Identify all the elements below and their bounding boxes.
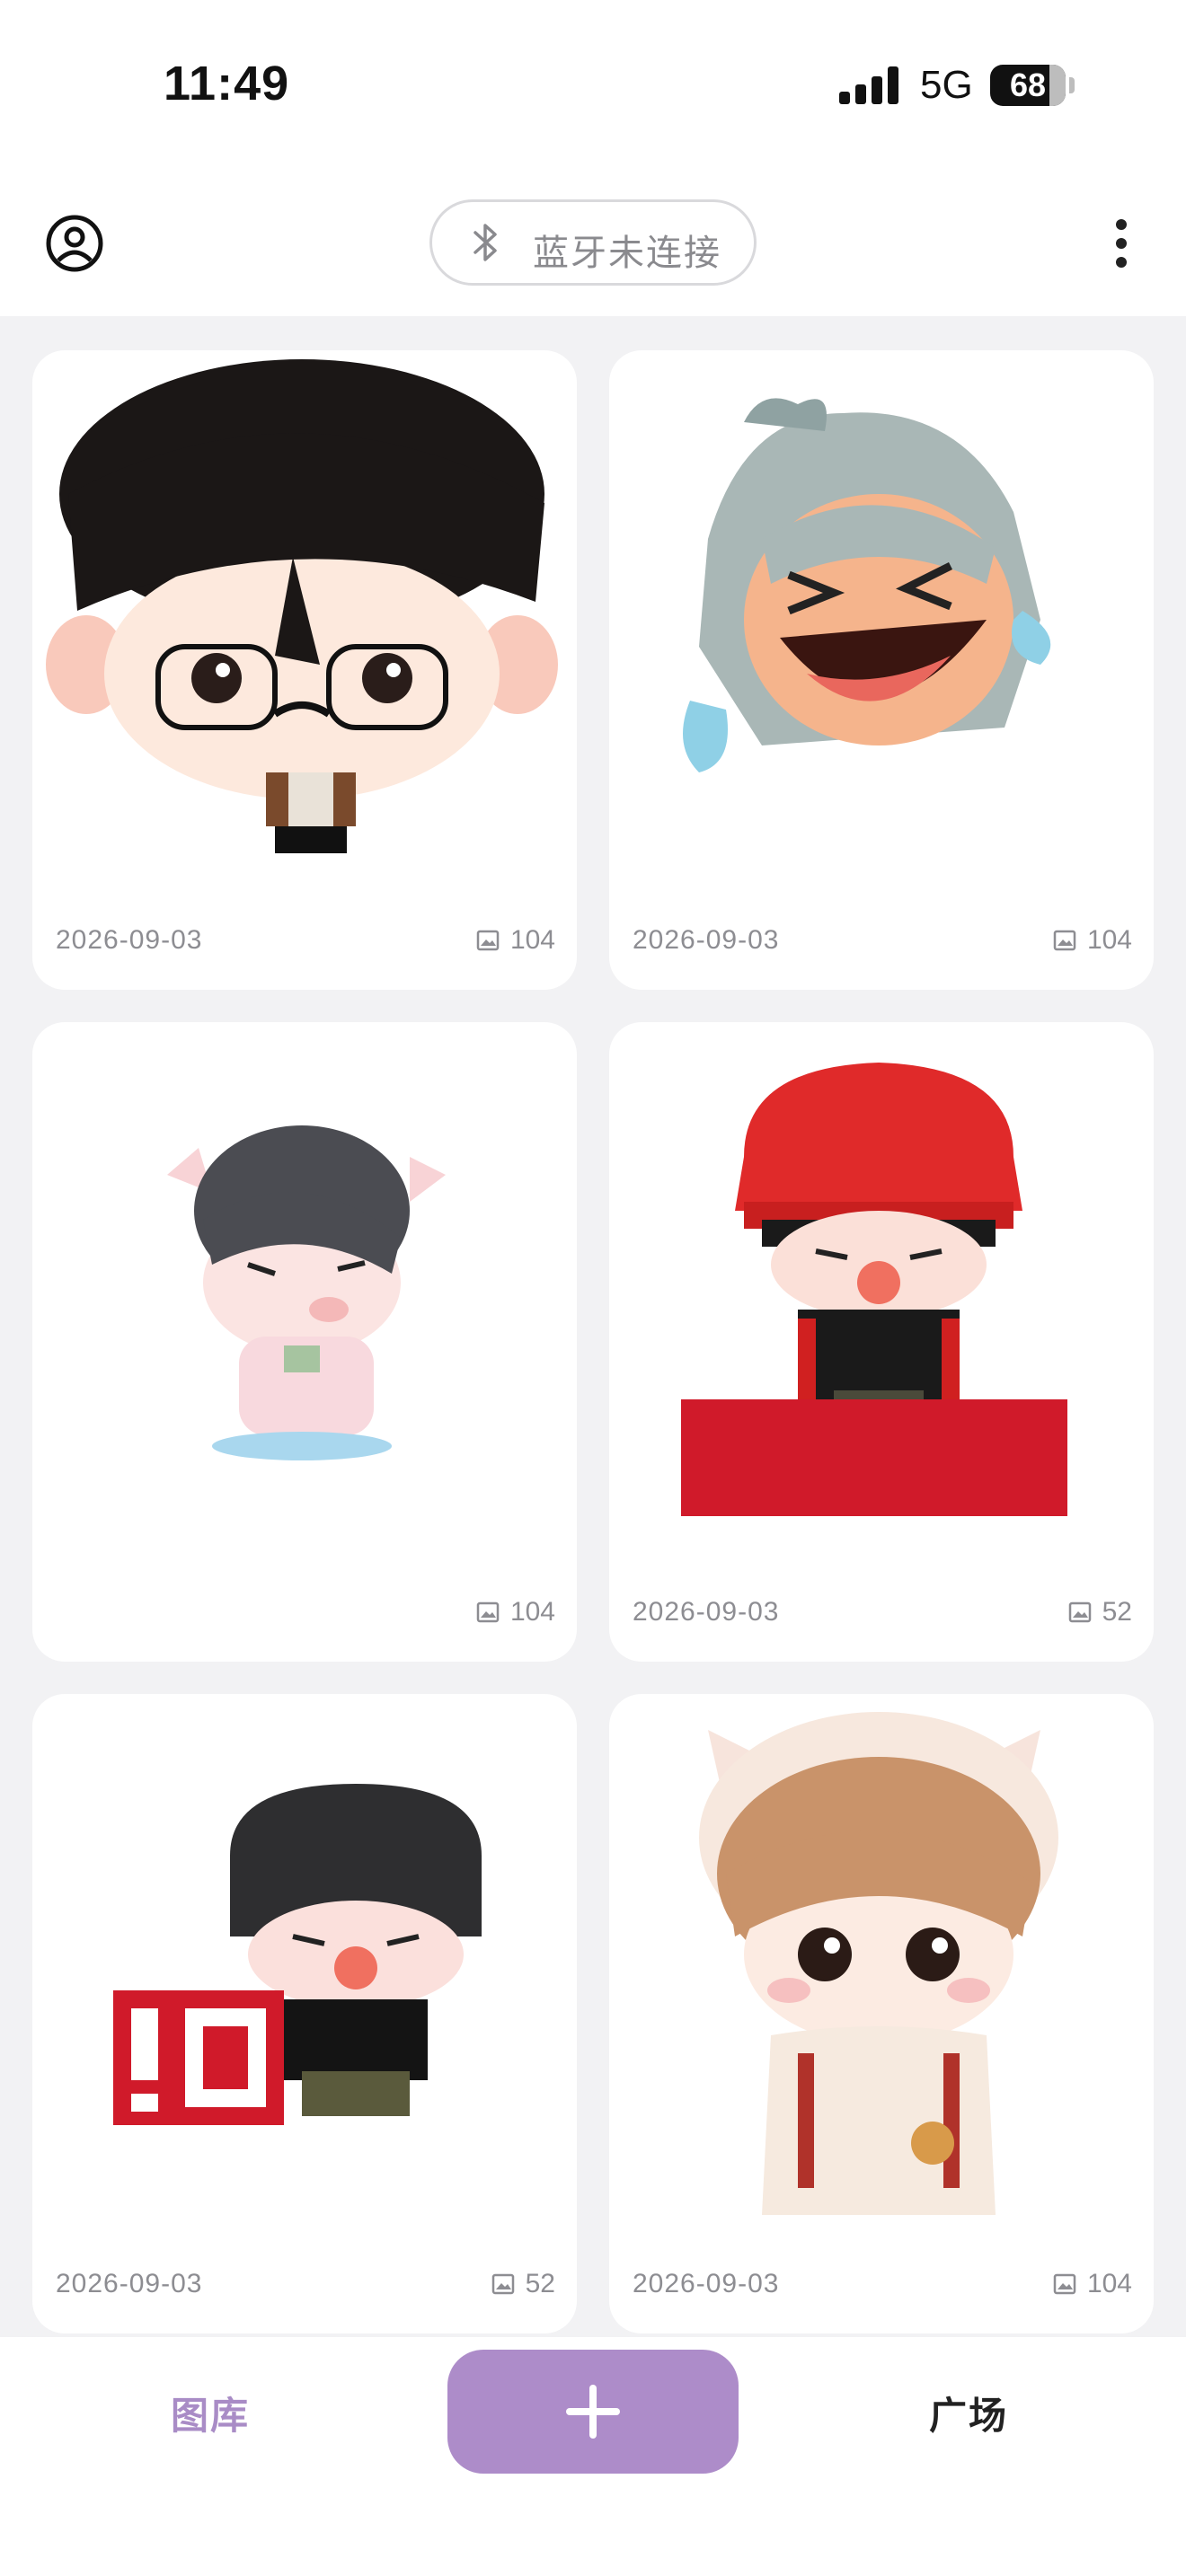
battery-cap (1069, 77, 1075, 93)
pixel-art-image (609, 1022, 1154, 1561)
card-count: 52 (491, 2269, 555, 2299)
gallery-screen: 11:49 5G 68 蓝牙未连接 2026-09-03 104 2026-09… (0, 0, 1186, 2576)
image-icon (491, 2273, 514, 2295)
pixel-art-image (609, 350, 1154, 889)
image-icon (1053, 2273, 1076, 2295)
bluetooth-icon (470, 222, 500, 263)
gallery-card[interactable]: 2026-09-03 104 (32, 350, 577, 990)
network-type: 5G (920, 63, 973, 107)
card-count: 104 (1053, 925, 1132, 956)
card-date: 2026-09-03 (633, 925, 780, 955)
more-vertical-icon[interactable] (1105, 214, 1137, 273)
pixel-art-image (609, 1694, 1154, 2233)
pixel-art-image (32, 1022, 577, 1561)
card-count: 104 (476, 1597, 555, 1628)
card-date: 2026-09-03 (56, 2269, 203, 2298)
image-icon (1053, 930, 1076, 951)
image-icon (476, 930, 500, 951)
add-button[interactable] (447, 2350, 739, 2474)
card-count-value: 104 (509, 925, 555, 955)
plus-icon-stroke (589, 2385, 597, 2439)
card-count-value: 104 (509, 1597, 555, 1627)
image-icon (1068, 1601, 1091, 1623)
battery-level: 68 (1009, 66, 1047, 103)
gallery-card[interactable]: 2026-09-03 52 (609, 1022, 1154, 1662)
card-count-value: 104 (1086, 925, 1132, 955)
card-count: 104 (476, 925, 555, 956)
user-circle-icon[interactable] (45, 214, 104, 273)
card-date: 2026-09-03 (633, 1597, 780, 1627)
bluetooth-status-button[interactable]: 蓝牙未连接 (429, 199, 757, 286)
tab-plaza[interactable]: 广场 (929, 2386, 1008, 2440)
pixel-art-image (32, 350, 577, 889)
tab-gallery[interactable]: 图库 (171, 2386, 250, 2440)
card-count-value: 104 (1086, 2269, 1132, 2298)
gallery-card[interactable]: 2026-09-03 104 (609, 1694, 1154, 2333)
gallery-card[interactable]: 104 (32, 1022, 577, 1662)
card-count: 104 (1053, 2269, 1132, 2299)
gallery-card[interactable]: 2026-09-03 52 (32, 1694, 577, 2333)
card-date: 2026-09-03 (633, 2269, 780, 2298)
battery-icon: 68 (990, 65, 1066, 106)
card-count: 52 (1068, 1597, 1132, 1628)
bluetooth-status-label: 蓝牙未连接 (533, 234, 721, 273)
bottom-nav: 图库 广场 (0, 2337, 1186, 2576)
gallery-card[interactable]: 2026-09-03 104 (609, 350, 1154, 990)
image-icon (476, 1601, 500, 1623)
status-time: 11:49 (164, 57, 290, 110)
card-count-value: 52 (1102, 1597, 1132, 1627)
signal-icon (839, 66, 902, 104)
card-date: 2026-09-03 (56, 925, 203, 955)
card-count-value: 52 (525, 2269, 555, 2298)
pixel-art-image (32, 1694, 577, 2233)
top-bar: 11:49 5G 68 蓝牙未连接 (0, 0, 1186, 316)
